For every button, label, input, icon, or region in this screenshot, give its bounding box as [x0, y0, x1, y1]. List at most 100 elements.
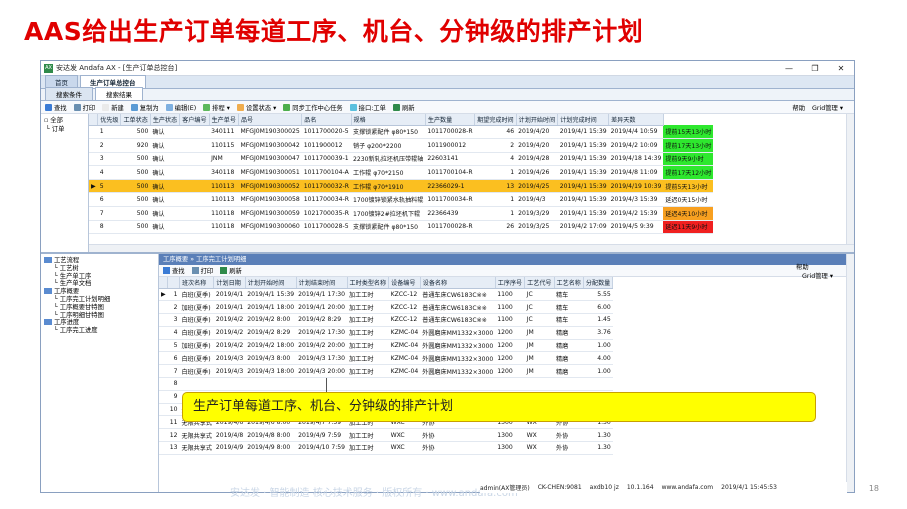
tree-item-all[interactable]: ▫ 全部 — [44, 116, 85, 125]
orders-col-header[interactable]: 生产数量 — [425, 114, 476, 126]
orders-col-header[interactable] — [89, 114, 99, 126]
grid-manage-button[interactable]: Grid管理 ▾ — [812, 103, 843, 112]
ops-find-button[interactable]: 查找 — [163, 266, 185, 275]
orders-col-header[interactable]: 差异天数 — [608, 114, 664, 126]
operations-vscroll[interactable] — [846, 254, 854, 492]
table-row[interactable]: 12 无限共享式 2019/4/8 2019/4/8 8:00 2019/4/9 7:5… — [159, 428, 613, 443]
ops-cell: 2 — [167, 300, 180, 315]
table-row[interactable]: 7 500 确认 110118 MFGJ0M190300059 1021700035-R 1… — [89, 206, 714, 221]
ops-col-header[interactable]: 计划开始时间 — [245, 277, 297, 289]
table-row[interactable]: 4 白班(夏季) 2019/4/2 2019/4/2 8:29 2019/4/2 17:… — [159, 326, 613, 340]
ops-cell: 2019/4/3 8:00 — [245, 351, 297, 366]
orders-col-header[interactable]: 品名 — [301, 114, 352, 126]
orders-col-header[interactable]: 期望完成时间 — [474, 114, 517, 126]
toolbar-right: 帮助 Grid管理 ▾ — [792, 103, 854, 112]
orders-col-header[interactable]: 计划完成时间 — [557, 114, 610, 126]
ops-col-header[interactable]: 设备编号 — [388, 277, 421, 289]
orders-col-header[interactable]: 客户编号 — [179, 114, 210, 126]
ops-refresh-label: 刷新 — [229, 268, 242, 275]
ops-col-header[interactable]: 计划日期 — [213, 277, 246, 289]
table-row[interactable]: 3 500 确认 JNM MFGJ0M190300047 1011700039-1 2230… — [89, 152, 714, 167]
ops-cell: 精车 — [554, 288, 584, 302]
ops-help-button[interactable]: 帮助 — [796, 262, 833, 271]
ops-refresh-button[interactable]: 刷新 — [220, 266, 242, 275]
sync-tasks-button[interactable]: 同步工作中心任务 — [283, 103, 343, 112]
copy-as-button[interactable]: 复制为 — [130, 103, 159, 112]
ops-col-header[interactable]: 工艺代号 — [524, 277, 555, 289]
orders-col-header[interactable]: 优先级 — [97, 114, 122, 126]
table-row[interactable]: 2 加班(夏季) 2019/4/1 2019/4/1 18:00 2019/4/1 20… — [159, 300, 613, 315]
refresh-button[interactable]: 刷新 — [392, 103, 415, 112]
cell-status: 确认 — [150, 192, 180, 208]
table-row[interactable]: 7 白班(夏季) 2019/4/3 2019/4/3 18:00 2019/4/3 20… — [159, 364, 613, 379]
process-tree-item[interactable]: └ 工艺树 — [44, 265, 155, 273]
process-tree-item[interactable]: 工艺流程 — [44, 257, 155, 265]
ops-grid-manage-button[interactable]: Grid管理 ▾ — [802, 271, 833, 280]
process-tree-item[interactable]: 工序进度 — [44, 319, 155, 327]
window-title: 安达发 Andafa AX - [生产订单总控台] — [56, 64, 178, 72]
close-icon[interactable]: ✕ — [828, 64, 854, 73]
ops-cell: 1.30 — [583, 428, 613, 443]
cell-pstatus — [179, 179, 210, 194]
ops-col-header[interactable]: 工艺名称 — [554, 277, 584, 289]
set-status-button[interactable]: 设置状态 ▾ — [236, 103, 276, 112]
print-button[interactable]: 打印 — [73, 103, 95, 112]
table-row[interactable]: 8 500 确认 110118 MFGJ0M190300060 1011700028-5 支… — [89, 220, 714, 235]
table-row[interactable]: ▶ 5 500 确认 110113 MFGJ0M190300052 1011700032-R… — [89, 179, 714, 194]
orders-hscroll[interactable] — [89, 244, 854, 252]
orders-col-header[interactable]: 生产状态 — [150, 114, 181, 126]
ops-cell: 精车 — [554, 300, 584, 315]
cell-name: 2230新轧拉坯机压带辊轴 — [351, 152, 426, 167]
tab-search-criteria[interactable]: 搜索条件 — [45, 87, 93, 100]
ops-col-header[interactable] — [167, 277, 180, 289]
minimize-icon[interactable]: — — [776, 64, 802, 73]
row-indicator — [89, 220, 98, 235]
ops-col-header[interactable]: 班次名称 — [179, 277, 215, 289]
process-tree-item[interactable]: └ 工序概要甘特图 — [44, 304, 155, 312]
table-row[interactable]: 2 920 确认 110115 MFGJ0M190300042 1011900012 销子 … — [89, 138, 714, 153]
table-row[interactable]: 8 — [159, 377, 613, 391]
ops-cell: 1.45 — [583, 313, 613, 327]
ops-col-header[interactable]: 设备名称 — [420, 277, 496, 289]
row-indicator — [89, 206, 98, 221]
schedule-button[interactable]: 排程 ▾ — [203, 103, 230, 112]
edit-button[interactable]: 编辑(E) — [165, 103, 196, 112]
help-button[interactable]: 帮助 — [792, 103, 805, 112]
restore-icon[interactable]: ❐ — [802, 64, 828, 73]
ops-print-button[interactable]: 打印 — [191, 266, 213, 275]
cell-idx: 5 — [97, 179, 121, 194]
table-row[interactable]: 4 500 确认 340118 MFGJ0M190300051 1011700104-A 工… — [89, 165, 714, 180]
ops-cell: KZMC-04 — [388, 351, 421, 366]
tree-item-orders[interactable]: └ 订单 — [44, 125, 85, 134]
cell-qty: 26 — [474, 220, 517, 235]
new-button[interactable]: 新建 — [102, 103, 124, 112]
table-row[interactable]: 13 无限共享式 2019/4/9 2019/4/9 8:00 2019/4/10 7:… — [159, 441, 613, 455]
ops-cell: JM — [524, 326, 555, 340]
find-button[interactable]: 查找 — [45, 103, 67, 112]
process-tree-item[interactable]: 工序概要 — [44, 288, 155, 296]
orders-vscroll[interactable] — [846, 114, 854, 252]
orders-col-header[interactable]: 计划开始时间 — [516, 114, 559, 126]
table-row[interactable]: 5 加班(夏季) 2019/4/2 2019/4/2 18:00 2019/4/2 20… — [159, 339, 613, 353]
orders-col-header[interactable]: 工单状态 — [120, 114, 151, 126]
table-row[interactable]: 1 500 确认 340111 MFGJ0M190300025 1011700020-5 支… — [89, 125, 714, 140]
table-row[interactable]: ▶ 1 白班(夏季) 2019/4/1 2019/4/1 15:39 2019/4/1 1… — [159, 288, 613, 302]
process-tree-item[interactable]: └ 工序完工计划明细 — [44, 296, 155, 304]
ops-col-header[interactable]: 工序序号 — [495, 277, 526, 289]
orders-col-header[interactable]: 生产单号 — [209, 114, 239, 126]
process-tree-item[interactable]: └ 工序完工进度 — [44, 327, 155, 335]
table-row[interactable]: 6 500 确认 110113 MFGJ0M190300058 1011700034-R 1… — [89, 192, 714, 208]
ops-col-header[interactable]: 计划结束时间 — [296, 277, 348, 289]
ops-col-header[interactable]: 工时类型名称 — [347, 277, 390, 289]
status-item: CK-CHEN:9081 — [537, 484, 582, 491]
ops-col-header[interactable] — [159, 277, 169, 289]
print-icon — [191, 267, 199, 274]
ops-col-header[interactable]: 分配数量 — [583, 277, 614, 289]
table-row[interactable]: 3 白班(夏季) 2019/4/2 2019/4/2 8:00 2019/4/2 8:2… — [159, 313, 613, 327]
cell-due: 2019/4/20 — [516, 125, 558, 140]
orders-col-header[interactable]: 品号 — [238, 114, 303, 126]
orders-col-header[interactable]: 规格 — [351, 114, 426, 126]
interface-order-button[interactable]: 接口:工单 — [349, 103, 386, 112]
table-row[interactable]: 6 白班(夏季) 2019/4/3 2019/4/3 8:00 2019/4/3 17:… — [159, 351, 613, 366]
tab-search-results[interactable]: 搜索结果 — [95, 87, 143, 100]
